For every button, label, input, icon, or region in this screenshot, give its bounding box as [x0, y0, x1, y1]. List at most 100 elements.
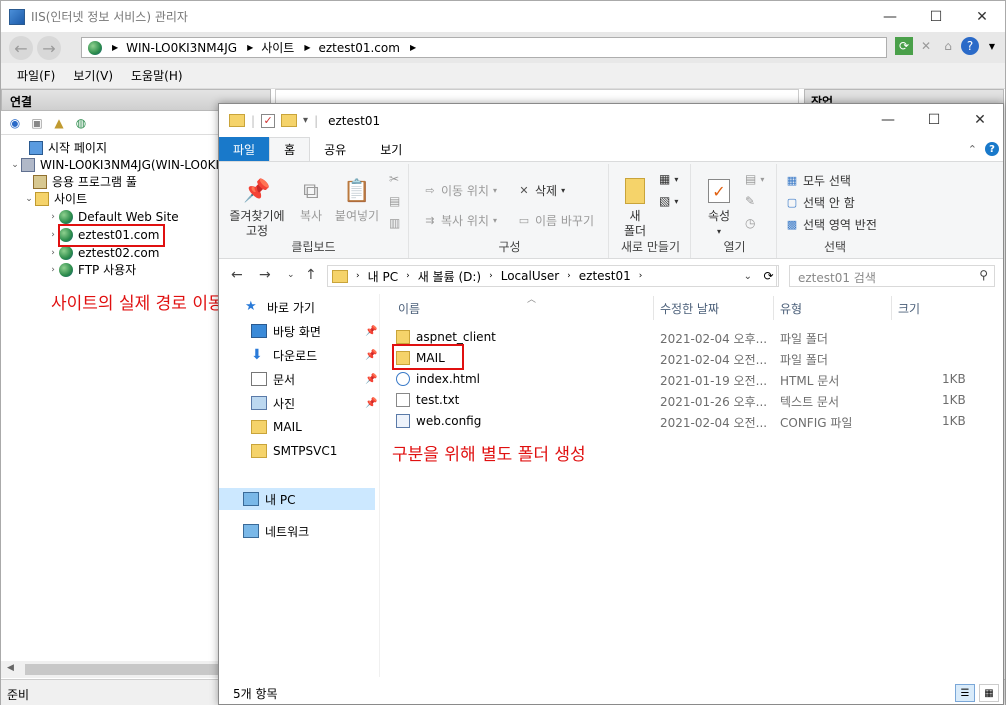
select-none-button[interactable]: ▢ 선택 안 함: [785, 194, 855, 211]
pin-icon[interactable]: 📌: [365, 350, 377, 361]
column-header-name[interactable]: 이름 ︿: [392, 295, 654, 320]
disconnect-icon[interactable]: ◍: [73, 115, 89, 131]
back-button[interactable]: ←: [9, 36, 33, 60]
address-segment-sites[interactable]: 사이트: [261, 39, 294, 56]
tree-item-server[interactable]: ⌄ WIN-LO0KI3NM4JG(WIN-LO0KI: [9, 156, 219, 173]
large-icons-view-icon[interactable]: ▦: [979, 684, 999, 702]
pin-icon[interactable]: 📌: [365, 374, 377, 385]
save-icon[interactable]: ▣: [29, 115, 45, 131]
copy-button[interactable]: ⧉ 복사: [293, 176, 329, 224]
new-folder-button[interactable]: 새 폴더: [617, 176, 653, 239]
nav-item-smtpsvc1[interactable]: SMTPSVC1: [251, 440, 337, 462]
properties-check-icon[interactable]: ✓: [261, 113, 276, 128]
tab-view[interactable]: 보기: [360, 137, 416, 161]
explorer-status-bar: 5개 항목 ☰ ▦: [219, 681, 1003, 705]
help-icon[interactable]: ?: [961, 37, 979, 55]
tree-item-app-pools[interactable]: 응용 프로그램 풀: [33, 173, 137, 190]
nav-item-network[interactable]: 네트워크: [243, 520, 309, 542]
connect-icon[interactable]: ◉: [7, 115, 23, 131]
new-item-icon[interactable]: ▦ ▾: [659, 172, 678, 186]
ribbon-collapse-icon[interactable]: ⌃: [968, 143, 977, 156]
expand-icon[interactable]: ›: [47, 248, 59, 258]
customize-dropdown-icon[interactable]: ▾: [303, 115, 308, 126]
invert-selection-button[interactable]: ▩ 선택 영역 반전: [785, 216, 877, 233]
menu-help[interactable]: 도움말(H): [131, 67, 183, 84]
stop-icon[interactable]: ✕: [917, 37, 935, 55]
expand-icon[interactable]: ›: [47, 265, 59, 275]
forward-arrow-icon[interactable]: →: [259, 267, 271, 283]
collapse-icon[interactable]: ⌄: [9, 160, 21, 170]
refresh-icon[interactable]: ⟳: [895, 37, 913, 55]
tab-home[interactable]: 홈: [269, 137, 311, 161]
html-file-icon: [396, 371, 410, 386]
help-dropdown-icon[interactable]: ▼: [983, 37, 1001, 55]
copy-to-button[interactable]: ⇉ 복사 위치 ▾: [423, 212, 497, 229]
pin-quick-access-button[interactable]: 📌 즐겨찾기에 고정: [225, 176, 289, 239]
paste-button[interactable]: 📋 붙여넣기: [331, 176, 383, 224]
path-segment[interactable]: eztest01: [579, 269, 631, 283]
column-header-date[interactable]: 수정한 날짜: [654, 296, 774, 320]
back-arrow-icon[interactable]: ←: [231, 267, 243, 283]
path-dropdown-icon[interactable]: ⌄: [744, 271, 752, 282]
expand-icon[interactable]: ›: [47, 212, 59, 222]
up-folder-icon[interactable]: ▲: [51, 115, 67, 131]
iis-maximize-button[interactable]: ☐: [913, 1, 959, 32]
nav-item-mail[interactable]: MAIL: [251, 416, 302, 438]
properties-button[interactable]: ✓ 속성 ▾: [699, 176, 739, 239]
nav-item-this-pc[interactable]: 내 PC: [219, 488, 375, 510]
explorer-maximize-button[interactable]: ☐: [911, 104, 957, 135]
up-arrow-icon[interactable]: ↑: [305, 267, 317, 283]
nav-item-quick-access[interactable]: ★ 바로 가기: [245, 296, 315, 318]
copy-path-icon[interactable]: ▤: [389, 194, 400, 208]
tree-item-ftp-users[interactable]: › FTP 사용자: [47, 261, 136, 278]
explorer-path-bar[interactable]: › 내 PC › 새 볼륨 (D:) › LocalUser › eztest0…: [327, 265, 777, 287]
history-icon[interactable]: ◷: [745, 216, 755, 230]
explorer-minimize-button[interactable]: —: [865, 104, 911, 135]
pin-icon[interactable]: 📌: [365, 326, 377, 337]
address-segment-site[interactable]: eztest01.com: [319, 41, 400, 55]
tab-share[interactable]: 공유: [310, 137, 360, 161]
collapse-icon[interactable]: ⌄: [23, 194, 35, 204]
paste-shortcut-icon[interactable]: ▥: [389, 216, 400, 230]
help-icon[interactable]: ?: [985, 142, 999, 156]
refresh-icon[interactable]: ⟳: [759, 265, 779, 287]
nav-item-pictures[interactable]: 사진 📌: [251, 392, 377, 414]
menu-view[interactable]: 보기(V): [73, 67, 113, 84]
nav-item-documents[interactable]: 문서 📌: [251, 368, 377, 390]
config-file-icon: [396, 413, 410, 428]
recent-dropdown-icon[interactable]: ⌄: [287, 270, 295, 280]
column-header-type[interactable]: 유형: [774, 296, 892, 320]
open-icon[interactable]: ▤ ▾: [745, 172, 764, 186]
move-to-button[interactable]: ⇨ 이동 위치 ▾: [423, 182, 497, 199]
tree-item-start-page[interactable]: 시작 페이지: [17, 139, 107, 156]
file-name: index.html: [416, 371, 480, 386]
nav-item-desktop[interactable]: 바탕 화면 📌: [251, 320, 377, 342]
pin-icon[interactable]: 📌: [365, 398, 377, 409]
easy-access-icon[interactable]: ▧ ▾: [659, 194, 678, 208]
path-segment[interactable]: 새 볼륨 (D:): [418, 268, 481, 285]
tree-item-sites[interactable]: ⌄ 사이트: [23, 190, 87, 207]
forward-button[interactable]: →: [37, 36, 61, 60]
address-segment-server[interactable]: WIN-LO0KI3NM4JG: [126, 41, 237, 55]
iis-minimize-button[interactable]: —: [867, 1, 913, 32]
details-view-icon[interactable]: ☰: [955, 684, 975, 702]
search-input[interactable]: eztest01 검색 ⚲: [789, 265, 995, 287]
path-segment[interactable]: LocalUser: [501, 269, 559, 283]
iis-address-bar[interactable]: ▶ WIN-LO0KI3NM4JG ▶ 사이트 ▶ eztest01.com ▶: [81, 37, 887, 58]
menu-file[interactable]: 파일(F): [17, 67, 55, 84]
tree-item-default-web-site[interactable]: › Default Web Site: [47, 208, 179, 225]
nav-item-downloads[interactable]: ⬇ 다운로드 📌: [251, 344, 377, 366]
home-icon[interactable]: ⌂: [939, 37, 957, 55]
delete-button[interactable]: ✕ 삭제 ▾: [517, 182, 565, 199]
rename-button[interactable]: ▭ 이름 바꾸기: [517, 212, 594, 229]
new-folder-icon[interactable]: [281, 114, 298, 127]
tab-file[interactable]: 파일: [219, 137, 270, 161]
column-header-size[interactable]: 크기: [892, 296, 978, 320]
scroll-left-icon[interactable]: ◀: [7, 663, 14, 673]
select-all-button[interactable]: ▦ 모두 선택: [785, 172, 851, 189]
explorer-close-button[interactable]: ✕: [957, 104, 1003, 135]
cut-icon[interactable]: ✂: [389, 172, 399, 186]
edit-icon[interactable]: ✎: [745, 194, 755, 208]
path-segment[interactable]: 내 PC: [368, 268, 398, 285]
iis-close-button[interactable]: ✕: [959, 1, 1005, 32]
